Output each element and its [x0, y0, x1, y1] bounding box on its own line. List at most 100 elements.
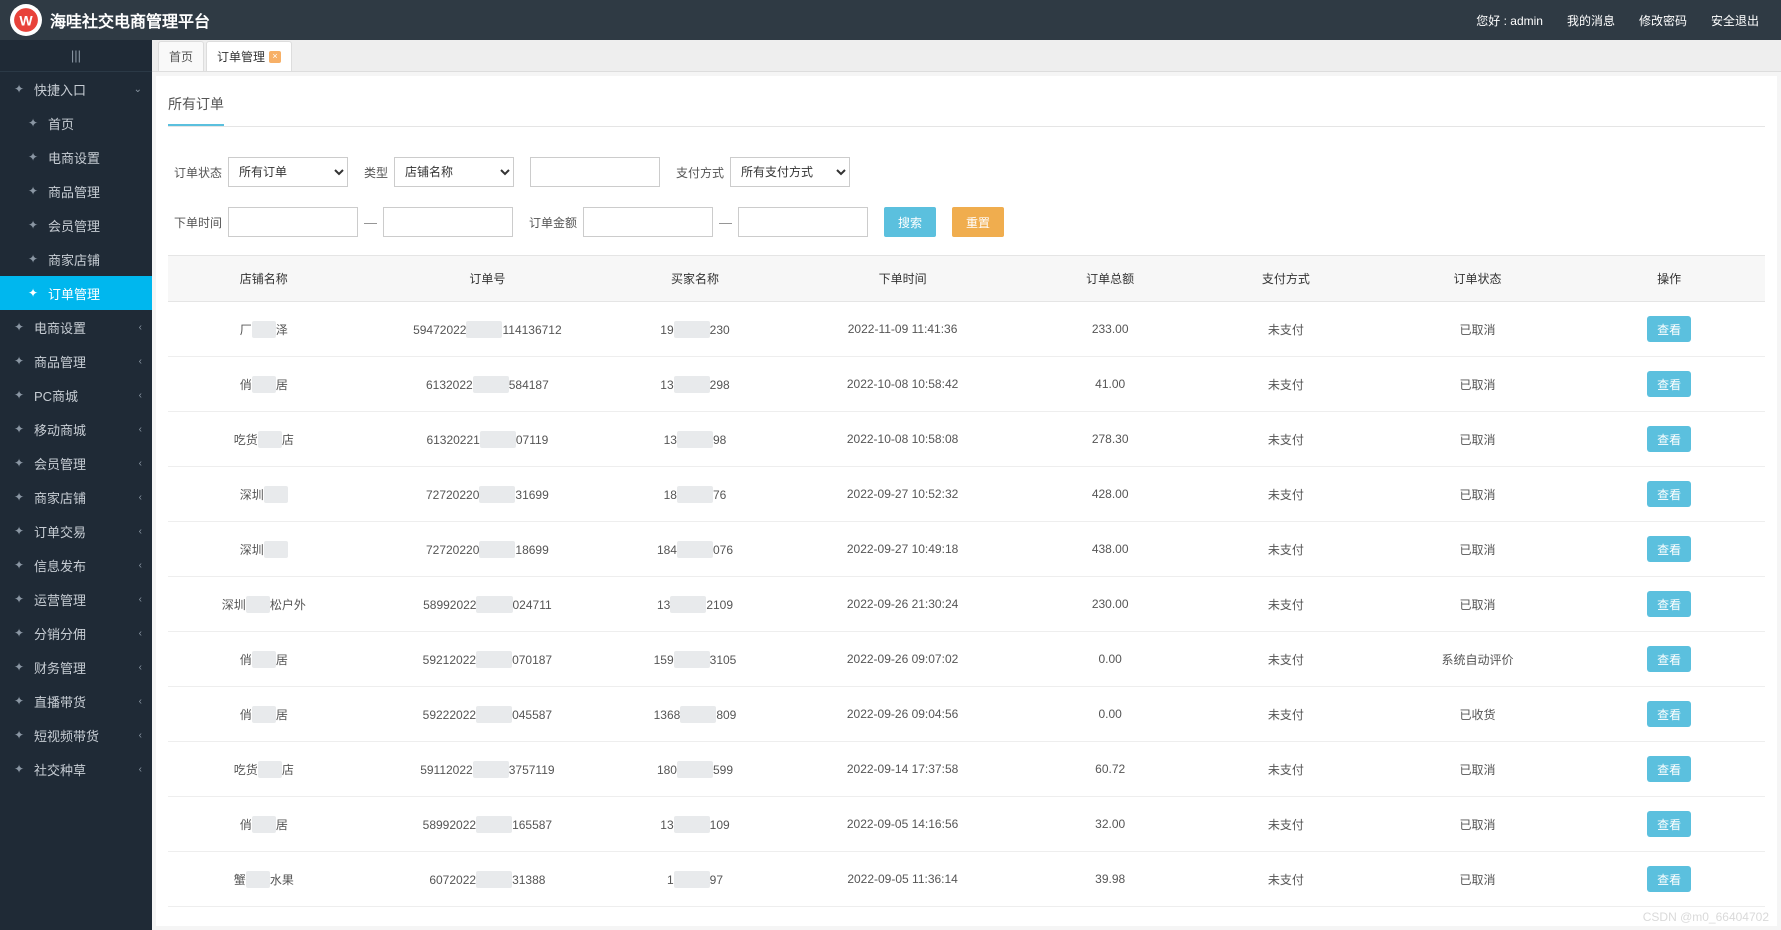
table-row: 深圳 松户外58992022 02471113 21092022-09-26 2…	[168, 577, 1765, 632]
cell-amount: 438.00	[1030, 522, 1190, 577]
cell-buyer: 13 109	[615, 797, 775, 852]
sidebar-group-quick[interactable]: ✦ 快捷入口 ⌄	[0, 72, 152, 106]
sidebar-group-5[interactable]: ✦商家店铺‹	[0, 480, 152, 514]
sidebar-item-quick-2[interactable]: ✦商品管理	[0, 174, 152, 208]
view-button[interactable]: 查看	[1647, 701, 1691, 727]
sidebar-item-quick-5[interactable]: ✦订单管理	[0, 276, 152, 310]
sidebar-item-quick-1[interactable]: ✦电商设置	[0, 140, 152, 174]
sidebar-group-9[interactable]: ✦分销分佣‹	[0, 616, 152, 650]
cell-op: 查看	[1573, 357, 1765, 412]
sidebar-group-11[interactable]: ✦直播带货‹	[0, 684, 152, 718]
view-button[interactable]: 查看	[1647, 591, 1691, 617]
sidebar-group-8[interactable]: ✦运营管理‹	[0, 582, 152, 616]
sidebar-item-quick-4[interactable]: ✦商家店铺	[0, 242, 152, 276]
sidebar-item-label: 订单交易	[34, 522, 139, 541]
cell-store: 厂 泽	[168, 302, 360, 357]
cell-amount: 39.98	[1030, 852, 1190, 907]
collapse-icon: |||	[71, 48, 81, 63]
cell-op: 查看	[1573, 797, 1765, 852]
reset-button[interactable]: 重置	[952, 207, 1004, 237]
cell-op: 查看	[1573, 522, 1765, 577]
sidebar-group-7[interactable]: ✦信息发布‹	[0, 548, 152, 582]
cell-order: 58992022 165587	[360, 797, 616, 852]
cell-buyer: 13 298	[615, 357, 775, 412]
date-from-input[interactable]	[228, 207, 358, 237]
sidebar-group-13[interactable]: ✦社交种草‹	[0, 752, 152, 786]
sidebar-item-quick-3[interactable]: ✦会员管理	[0, 208, 152, 242]
search-button[interactable]: 搜索	[884, 207, 936, 237]
view-button[interactable]: 查看	[1647, 481, 1691, 507]
content-panel: 所有订单 订单状态 所有订单 类型 店铺名称 支付方式 所有支付方式	[156, 76, 1777, 926]
cell-pay: 未支付	[1190, 302, 1382, 357]
sidebar-item-label: 商品管理	[34, 352, 139, 371]
sidebar-item-label: 分销分佣	[34, 624, 139, 643]
cell-op: 查看	[1573, 302, 1765, 357]
view-button[interactable]: 查看	[1647, 811, 1691, 837]
sidebar-group-3[interactable]: ✦移动商城‹	[0, 412, 152, 446]
view-button[interactable]: 查看	[1647, 536, 1691, 562]
sidebar-item-label: 电商设置	[34, 318, 139, 337]
amount-to-input[interactable]	[738, 207, 868, 237]
cell-store: 吃货 店	[168, 742, 360, 797]
cell-status: 已取消	[1382, 412, 1574, 467]
col-header-order: 订单号	[360, 256, 616, 302]
cell-time: 2022-11-09 11:41:36	[775, 302, 1031, 357]
table-row: 俏 居6132022 58418713 2982022-10-08 10:58:…	[168, 357, 1765, 412]
sidebar-item-label: 首页	[48, 114, 142, 133]
sidebar-item-quick-0[interactable]: ✦首页	[0, 106, 152, 140]
tab-home[interactable]: 首页	[158, 41, 204, 71]
tab-orders[interactable]: 订单管理 ×	[206, 41, 292, 71]
chevron-left-icon: ‹	[139, 696, 142, 707]
sidebar-group-0[interactable]: ✦电商设置‹	[0, 310, 152, 344]
my-messages-link[interactable]: 我的消息	[1555, 12, 1627, 29]
date-to-input[interactable]	[383, 207, 513, 237]
sidebar-group-2[interactable]: ✦PC商城‹	[0, 378, 152, 412]
status-select[interactable]: 所有订单	[228, 157, 348, 187]
sidebar-group-10[interactable]: ✦财务管理‹	[0, 650, 152, 684]
view-button[interactable]: 查看	[1647, 426, 1691, 452]
cell-op: 查看	[1573, 632, 1765, 687]
logout-link[interactable]: 安全退出	[1699, 12, 1771, 29]
greeting-text: 您好 : admin	[1464, 12, 1555, 29]
cell-status: 已取消	[1382, 797, 1574, 852]
cell-order: 59472022 114136712	[360, 302, 616, 357]
page-title: 所有订单	[168, 94, 224, 126]
sidebar-group-12[interactable]: ✦短视频带货‹	[0, 718, 152, 752]
cell-pay: 未支付	[1190, 467, 1382, 522]
cell-store: 吃货 店	[168, 412, 360, 467]
col-header-op: 操作	[1573, 256, 1765, 302]
chevron-left-icon: ‹	[139, 560, 142, 571]
cell-time: 2022-10-08 10:58:42	[775, 357, 1031, 412]
cell-amount: 230.00	[1030, 577, 1190, 632]
sidebar-item-label: 运营管理	[34, 590, 139, 609]
view-button[interactable]: 查看	[1647, 866, 1691, 892]
amount-from-input[interactable]	[583, 207, 713, 237]
keyword-input[interactable]	[530, 157, 660, 187]
col-header-store: 店铺名称	[168, 256, 360, 302]
cell-op: 查看	[1573, 412, 1765, 467]
sidebar-item-label: 短视频带货	[34, 726, 139, 745]
cell-store: 俏 居	[168, 632, 360, 687]
filter-label-status: 订单状态	[174, 164, 222, 181]
view-button[interactable]: 查看	[1647, 316, 1691, 342]
pay-select[interactable]: 所有支付方式	[730, 157, 850, 187]
tab-label: 订单管理	[217, 48, 265, 65]
col-header-buyer: 买家名称	[615, 256, 775, 302]
type-select[interactable]: 店铺名称	[394, 157, 514, 187]
sidebar-group-6[interactable]: ✦订单交易‹	[0, 514, 152, 548]
sidebar-group-1[interactable]: ✦商品管理‹	[0, 344, 152, 378]
cell-amount: 0.00	[1030, 632, 1190, 687]
view-button[interactable]: 查看	[1647, 756, 1691, 782]
share-icon: ✦	[24, 252, 42, 266]
close-icon[interactable]: ×	[269, 51, 281, 63]
sidebar-group-4[interactable]: ✦会员管理‹	[0, 446, 152, 480]
view-button[interactable]: 查看	[1647, 646, 1691, 672]
change-password-link[interactable]: 修改密码	[1627, 12, 1699, 29]
share-icon: ✦	[10, 626, 28, 640]
chevron-left-icon: ‹	[139, 662, 142, 673]
filters-row: 订单状态 所有订单 类型 店铺名称 支付方式 所有支付方式 下单时间	[168, 157, 1765, 237]
view-button[interactable]: 查看	[1647, 371, 1691, 397]
sidebar-toggle[interactable]: |||	[0, 40, 152, 72]
cell-op: 查看	[1573, 577, 1765, 632]
cell-time: 2022-09-26 09:04:56	[775, 687, 1031, 742]
